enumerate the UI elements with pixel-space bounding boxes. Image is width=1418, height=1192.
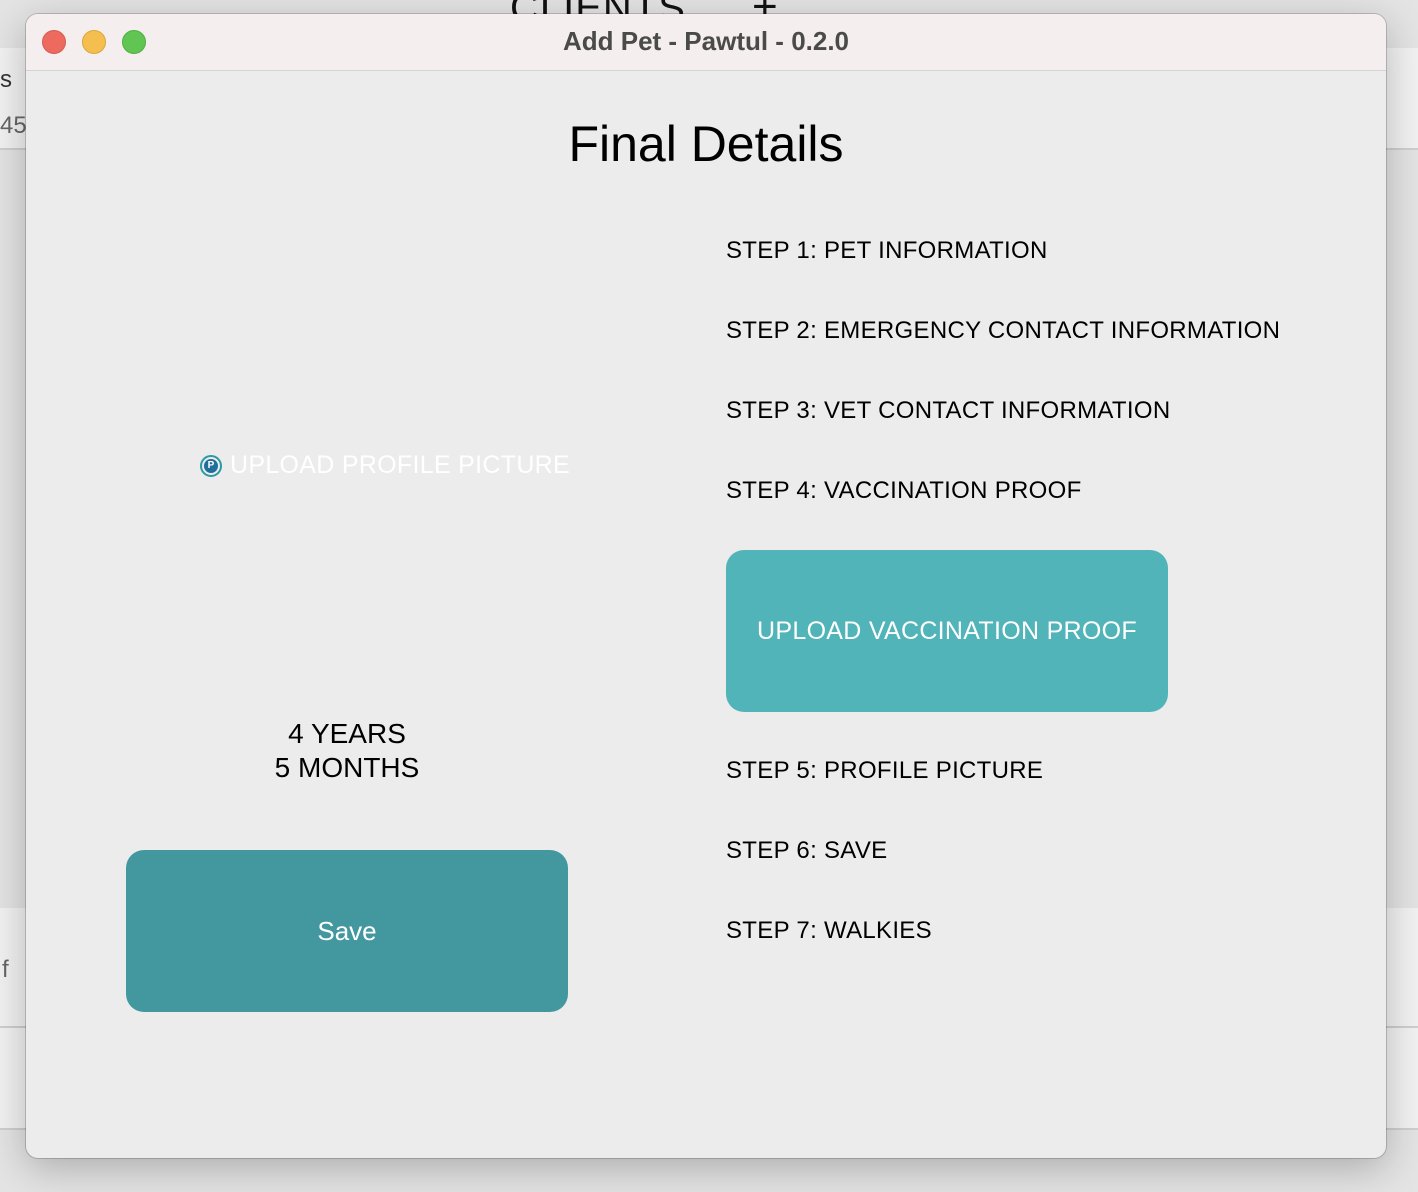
picture-upload-icon: P xyxy=(200,454,222,477)
upload-vaccination-proof-button[interactable]: UPLOAD VACCINATION PROOF xyxy=(726,550,1168,712)
save-button[interactable]: Save xyxy=(126,850,568,1012)
background-text-fragment: f xyxy=(2,956,9,983)
step-2-label: STEP 2: EMERGENCY CONTACT INFORMATION xyxy=(726,317,1281,344)
step-4-label: STEP 4: VACCINATION PROOF xyxy=(726,477,1082,504)
background-number-fragment: 45 xyxy=(0,112,27,139)
upload-profile-picture-label: UPLOAD PROFILE PICTURE xyxy=(230,451,570,479)
step-1-label: STEP 1: PET INFORMATION xyxy=(726,237,1048,264)
background-text-fragment: s xyxy=(0,66,12,93)
step-5-label: STEP 5: PROFILE PICTURE xyxy=(726,757,1044,784)
step-6-label: STEP 6: SAVE xyxy=(726,837,888,864)
add-pet-window: Add Pet - Pawtul - 0.2.0 Final Details P… xyxy=(26,14,1386,1158)
step-7-label: STEP 7: WALKIES xyxy=(726,917,932,944)
upload-profile-picture-button[interactable]: P UPLOAD PROFILE PICTURE xyxy=(200,451,570,480)
window-title: Add Pet - Pawtul - 0.2.0 xyxy=(562,26,850,56)
step-3-label: STEP 3: VET CONTACT INFORMATION xyxy=(726,397,1171,424)
pet-age-years: 4 YEARS xyxy=(288,718,406,749)
window-content: Final Details P UPLOAD PROFILE PICTURE 4… xyxy=(26,71,1386,1158)
picture-upload-icon-glyph: P xyxy=(204,458,218,473)
pet-age-months: 5 MONTHS xyxy=(274,752,420,783)
pet-age: 4 YEARS 5 MONTHS xyxy=(126,717,568,785)
page-title: Final Details xyxy=(568,116,844,172)
window-titlebar[interactable]: Add Pet - Pawtul - 0.2.0 xyxy=(26,14,1386,71)
